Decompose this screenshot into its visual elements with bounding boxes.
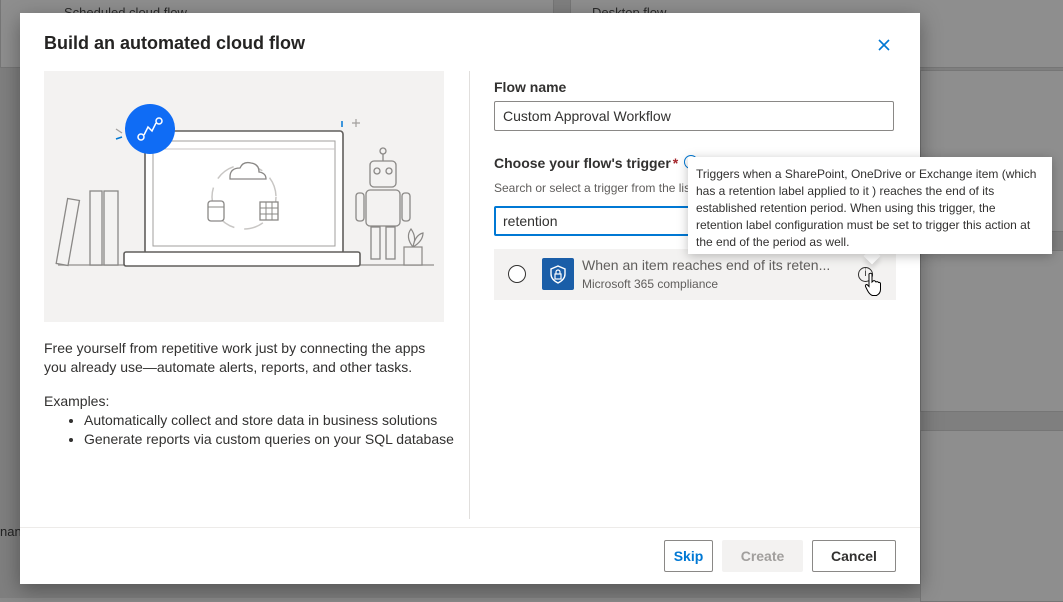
template-card-right-2 [920,250,1063,412]
column-divider [469,71,470,519]
required-marker: * [672,155,679,171]
footer-divider [20,527,920,528]
example-item: Generate reports via custom queries on y… [84,430,474,449]
trigger-label: Choose your flow's trigger * [494,155,678,171]
create-button[interactable]: Create [722,540,803,572]
close-icon[interactable] [874,35,894,55]
background-left-text: nan [0,524,22,539]
cancel-button[interactable]: Cancel [812,540,896,572]
flow-name-input[interactable]: Custom Approval Workflow [494,101,894,131]
trigger-option[interactable]: When an item reaches end of its reten...… [494,249,896,300]
dialog-left-column: Free yourself from repetitive work just … [44,71,454,447]
flow-name-label: Flow name [494,79,567,95]
hand-cursor-icon [864,272,882,296]
build-flow-dialog: Build an automated cloud flow Free yours… [20,13,920,584]
laptop-robot-illustration [44,71,444,322]
dialog-title: Build an automated cloud flow [44,33,305,53]
examples-list: Automatically collect and store data in … [64,411,474,449]
example-item: Automatically collect and store data in … [84,411,474,430]
examples-heading: Examples: [44,393,110,409]
template-card-right-3 [920,430,1063,602]
trigger-label-text: Choose your flow's trigger [494,155,671,171]
trigger-title: When an item reaches end of its reten... [582,257,831,273]
trigger-tooltip: Triggers when a SharePoint, OneDrive or … [688,157,1052,254]
trigger-search-input[interactable]: retention [494,206,694,236]
skip-button[interactable]: Skip [664,540,713,572]
dialog-description: Free yourself from repetitive work just … [44,340,426,375]
search-hint: Search or select a trigger from the list [494,181,689,195]
trigger-connector: Microsoft 365 compliance [582,277,719,291]
shield-lock-icon [542,258,574,290]
trigger-radio[interactable] [508,265,526,283]
